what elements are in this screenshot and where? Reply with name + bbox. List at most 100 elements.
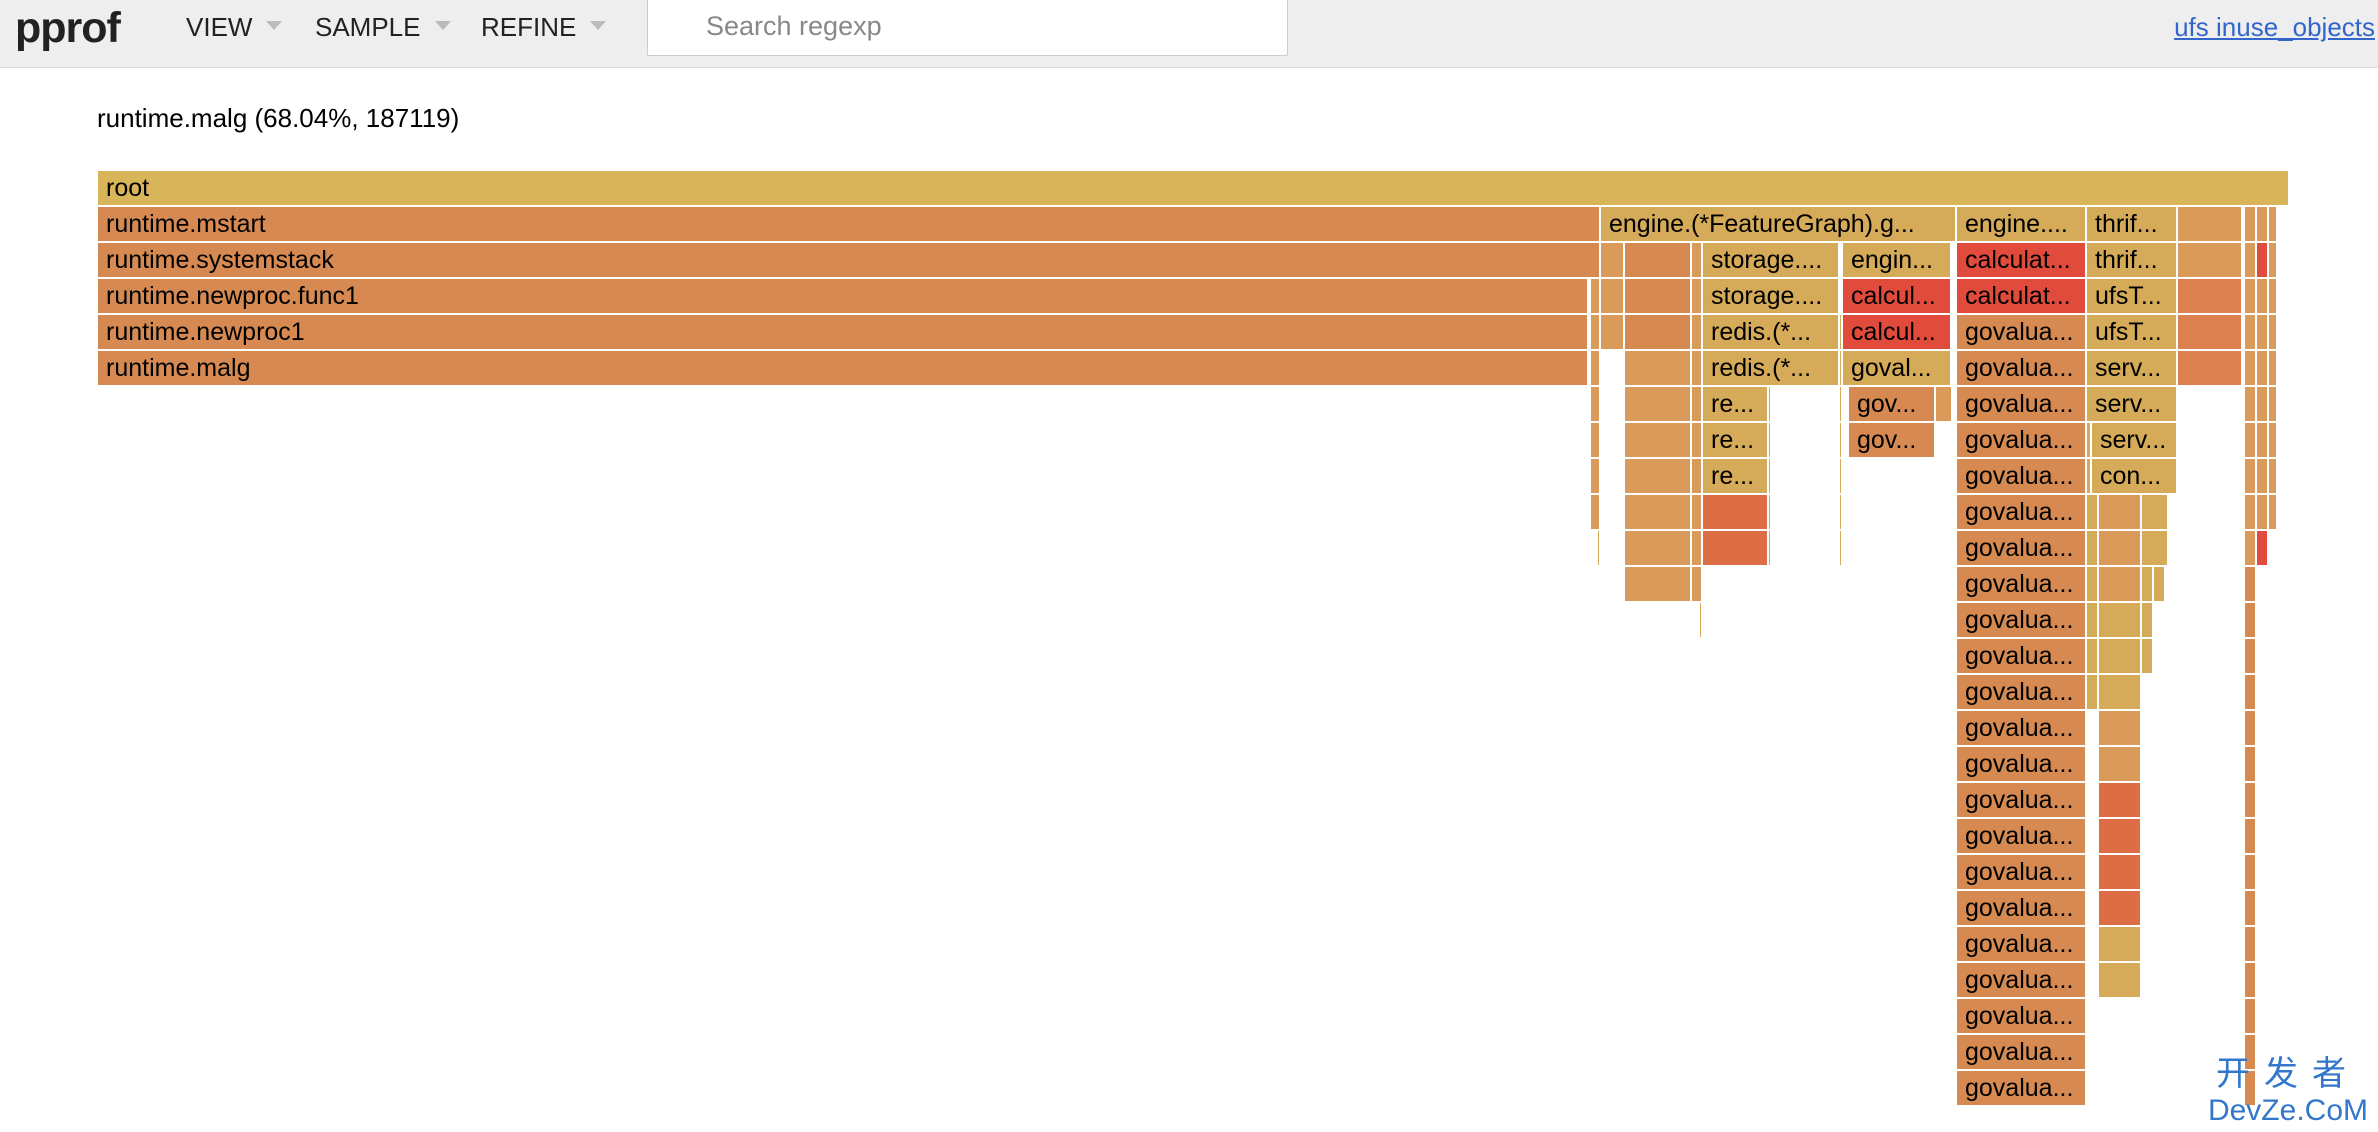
flame-frame[interactable]: serv... [2087, 351, 2178, 387]
flame-frame[interactable] [2245, 783, 2257, 819]
flame-frame[interactable]: govalua... [1957, 495, 2087, 531]
flame-frame[interactable]: thrif... [2087, 243, 2178, 279]
flame-frame[interactable]: govalua... [1957, 675, 2087, 711]
flame-frame[interactable] [1840, 459, 1843, 495]
flame-frame[interactable]: govalua... [1957, 639, 2087, 675]
flame-frame[interactable] [2245, 963, 2257, 999]
flame-frame[interactable]: govalua... [1957, 567, 2087, 603]
flame-frame[interactable] [2257, 531, 2269, 567]
flame-frame[interactable]: govalua... [1957, 387, 2087, 423]
flame-frame[interactable] [2257, 243, 2269, 279]
pprof-logo[interactable]: pprof [15, 2, 121, 54]
profile-link[interactable]: ufs inuse_objects [2174, 0, 2375, 54]
flame-frame[interactable] [2099, 927, 2142, 963]
flame-frame[interactable] [2245, 855, 2257, 891]
flame-frame[interactable]: govalua... [1957, 315, 2087, 351]
flame-frame[interactable] [1598, 531, 1601, 567]
flame-frame[interactable] [2099, 675, 2142, 711]
flame-frame[interactable] [2245, 315, 2257, 351]
flame-frame[interactable]: re... [1703, 459, 1769, 495]
flame-frame[interactable]: runtime.newproc.func1 [98, 279, 1589, 315]
flame-frame[interactable]: storage.... [1703, 243, 1840, 279]
flame-frame[interactable] [2257, 459, 2269, 495]
flame-frame[interactable]: govalua... [1957, 711, 2087, 747]
flame-frame[interactable]: runtime.newproc1 [98, 315, 1589, 351]
flame-frame[interactable] [2099, 603, 2142, 639]
flame-frame[interactable] [2087, 675, 2099, 711]
flame-frame[interactable]: govalua... [1957, 459, 2087, 495]
flame-frame[interactable] [2087, 495, 2099, 531]
flame-frame[interactable] [1625, 495, 1692, 531]
flame-frame[interactable] [2245, 495, 2257, 531]
flame-frame[interactable] [2257, 423, 2269, 459]
flame-frame[interactable] [1769, 459, 1772, 495]
flame-frame[interactable]: engin... [1843, 243, 1952, 279]
flame-frame[interactable] [1692, 351, 1703, 387]
flame-frame[interactable] [2099, 819, 2142, 855]
flame-frame[interactable] [1700, 603, 1703, 639]
flame-frame[interactable] [1769, 423, 1772, 459]
flame-frame[interactable] [2245, 279, 2257, 315]
flame-frame[interactable] [1703, 531, 1769, 567]
flame-frame[interactable]: ufsT... [2087, 279, 2178, 315]
flame-frame[interactable]: govalua... [1957, 855, 2087, 891]
flame-frame[interactable] [1692, 387, 1703, 423]
flame-frame[interactable]: ufsT... [2087, 315, 2178, 351]
flame-frame[interactable] [2269, 387, 2278, 423]
flame-frame[interactable] [2087, 423, 2092, 459]
flame-frame[interactable] [2245, 207, 2257, 243]
flame-frame[interactable] [2245, 531, 2257, 567]
flame-frame[interactable] [2142, 495, 2169, 531]
flame-frame[interactable] [2257, 315, 2269, 351]
flame-frame[interactable]: engine.... [1957, 207, 2087, 243]
flame-frame[interactable] [1601, 279, 1625, 315]
flame-frame[interactable] [2099, 855, 2142, 891]
flame-frame[interactable] [2099, 963, 2142, 999]
flame-frame[interactable]: gov... [1849, 423, 1936, 459]
flame-frame[interactable] [2154, 567, 2166, 603]
flame-frame[interactable] [1625, 567, 1692, 603]
flame-frame[interactable] [2269, 207, 2278, 243]
flame-frame[interactable] [1840, 387, 1843, 423]
flame-frame[interactable] [2245, 459, 2257, 495]
flame-frame[interactable] [2142, 531, 2169, 567]
flame-frame[interactable] [2257, 351, 2269, 387]
flame-frame[interactable] [1591, 387, 1601, 423]
flame-frame[interactable]: serv... [2087, 387, 2178, 423]
flame-frame[interactable] [2087, 603, 2099, 639]
flame-frame[interactable] [2245, 747, 2257, 783]
flame-frame[interactable]: govalua... [1957, 423, 2087, 459]
flame-frame[interactable]: serv... [2092, 423, 2178, 459]
flame-frame[interactable] [2099, 531, 2142, 567]
flame-frame[interactable] [2245, 423, 2257, 459]
flame-frame[interactable] [2245, 351, 2257, 387]
flame-frame[interactable]: govalua... [1957, 999, 2087, 1035]
flame-frame[interactable] [1591, 459, 1601, 495]
flame-frame[interactable] [2099, 495, 2142, 531]
flame-frame[interactable] [1591, 351, 1601, 387]
flame-frame[interactable]: govalua... [1957, 1035, 2087, 1071]
flame-frame[interactable] [1769, 495, 1772, 531]
view-menu[interactable]: VIEW [186, 0, 283, 54]
flame-frame[interactable]: re... [1703, 423, 1769, 459]
flame-frame[interactable] [2087, 639, 2099, 675]
flame-frame[interactable] [1591, 423, 1601, 459]
flame-frame[interactable]: govalua... [1957, 963, 2087, 999]
flame-frame[interactable] [2245, 567, 2257, 603]
flame-frame[interactable] [1936, 387, 1953, 423]
flame-frame[interactable] [2099, 639, 2142, 675]
flame-frame[interactable] [1769, 387, 1772, 423]
flame-frame[interactable] [1840, 423, 1843, 459]
flame-frame[interactable] [2269, 279, 2278, 315]
flame-frame[interactable] [2178, 207, 2243, 243]
flame-frame[interactable] [1692, 567, 1703, 603]
flame-frame[interactable] [1625, 459, 1692, 495]
flame-frame[interactable] [2245, 891, 2257, 927]
flame-frame[interactable] [2269, 495, 2278, 531]
flame-frame[interactable]: redis.(*... [1703, 351, 1840, 387]
flame-frame[interactable] [2099, 783, 2142, 819]
flame-frame[interactable]: govalua... [1957, 531, 2087, 567]
flame-frame[interactable]: govalua... [1957, 819, 2087, 855]
flame-frame[interactable] [2142, 603, 2154, 639]
flame-frame[interactable] [2245, 639, 2257, 675]
